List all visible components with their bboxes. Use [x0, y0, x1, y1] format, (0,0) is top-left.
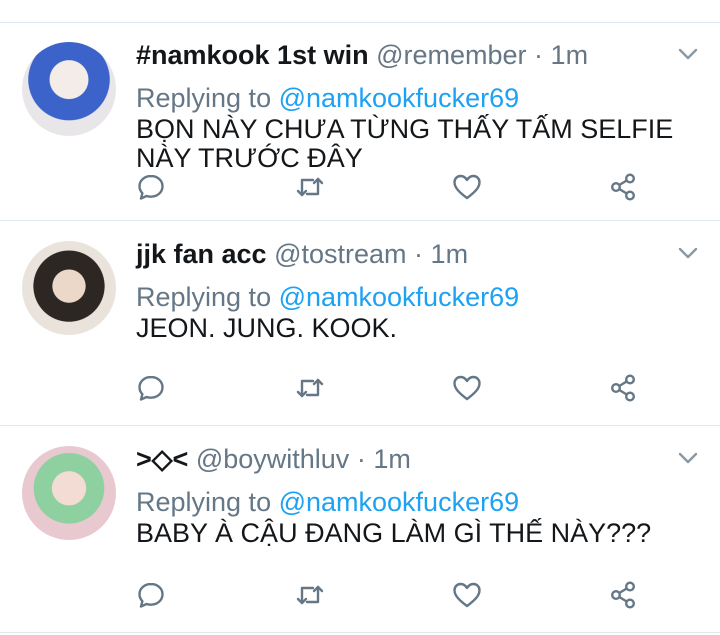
like-button[interactable] — [451, 171, 483, 203]
replying-to: Replying to @namkookfucker69 — [136, 279, 519, 315]
display-name[interactable]: #namkook 1st win — [136, 40, 369, 70]
avatar[interactable] — [22, 42, 116, 136]
heart-icon — [453, 582, 481, 608]
tweet-text: BABY À CẬU ĐANG LÀM GÌ THẾ NÀY??? — [136, 518, 652, 548]
user-handle[interactable]: @boywithluv — [196, 444, 349, 474]
timestamp[interactable]: 1m — [431, 239, 469, 269]
chevron-down-icon[interactable] — [678, 451, 698, 465]
retweet-button[interactable] — [294, 171, 326, 203]
tweet-header: >◇< @boywithluv · 1m — [136, 441, 411, 477]
heart-icon — [453, 174, 481, 200]
retweet-icon — [296, 177, 324, 197]
tweet-header: jjk fan acc @tostream · 1m — [136, 236, 468, 272]
action-bar — [0, 171, 720, 205]
timestamp[interactable]: 1m — [373, 444, 411, 474]
action-bar — [0, 372, 720, 406]
retweet-icon — [296, 585, 324, 605]
share-icon — [610, 581, 636, 609]
display-name[interactable]: >◇< — [136, 444, 188, 474]
tweet-text: BỌN NÀY CHƯA TỪNG THẤY TẤM SELFIE NÀY TR… — [136, 114, 674, 173]
retweet-button[interactable] — [294, 372, 326, 404]
chevron-down-icon[interactable] — [678, 47, 698, 61]
replying-to-label: Replying to — [136, 487, 279, 517]
reply-button[interactable] — [135, 372, 167, 404]
mention-link[interactable]: @namkookfucker69 — [279, 282, 520, 312]
mention-link[interactable]: @namkookfucker69 — [279, 83, 520, 113]
retweet-icon — [296, 378, 324, 398]
replying-to-label: Replying to — [136, 83, 279, 113]
reply-bubble-icon — [138, 375, 164, 401]
chevron-down-icon[interactable] — [678, 246, 698, 260]
retweet-button[interactable] — [294, 579, 326, 611]
tweet[interactable]: #namkook 1st win @remember · 1m Replying… — [0, 23, 720, 221]
reply-bubble-icon — [138, 582, 164, 608]
replying-to: Replying to @namkookfucker69 — [136, 80, 519, 116]
mention-link[interactable]: @namkookfucker69 — [279, 487, 520, 517]
like-button[interactable] — [451, 579, 483, 611]
avatar[interactable] — [22, 241, 116, 335]
reply-bubble-icon — [138, 174, 164, 200]
user-handle[interactable]: @remember — [376, 40, 526, 70]
share-icon — [610, 173, 636, 201]
replying-to: Replying to @namkookfucker69 — [136, 484, 519, 520]
tweet[interactable]: >◇< @boywithluv · 1m Replying to @namkoo… — [0, 427, 720, 633]
reply-button[interactable] — [135, 171, 167, 203]
action-bar — [0, 579, 720, 613]
like-button[interactable] — [451, 372, 483, 404]
heart-icon — [453, 375, 481, 401]
top-divider — [0, 0, 720, 23]
timestamp[interactable]: 1m — [551, 40, 589, 70]
share-icon — [610, 374, 636, 402]
tweet[interactable]: jjk fan acc @tostream · 1m Replying to @… — [0, 222, 720, 426]
separator-dot: · — [526, 40, 551, 70]
replying-to-label: Replying to — [136, 282, 279, 312]
tweet-header: #namkook 1st win @remember · 1m — [136, 37, 588, 73]
share-button[interactable] — [607, 171, 639, 203]
share-button[interactable] — [607, 372, 639, 404]
tweet-text: JEON. JUNG. KOOK. — [136, 313, 398, 343]
separator-dot: · — [349, 444, 374, 474]
display-name[interactable]: jjk fan acc — [136, 239, 267, 269]
user-handle[interactable]: @tostream — [274, 239, 406, 269]
reply-button[interactable] — [135, 579, 167, 611]
avatar[interactable] — [22, 446, 116, 540]
share-button[interactable] — [607, 579, 639, 611]
separator-dot: · — [406, 239, 431, 269]
